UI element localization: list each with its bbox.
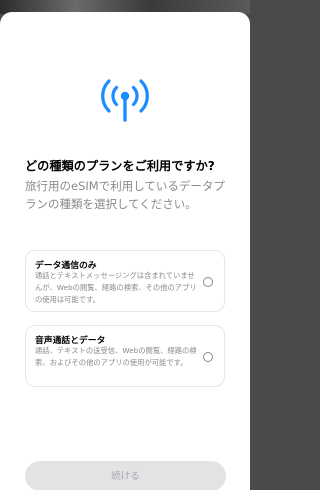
page-title: どの種類のプランをご利用ですか? bbox=[25, 159, 215, 173]
plan-option-voice-and-data[interactable]: 音声通話とデータ 通話、テキストの送受信、Webの閲覧、経路の検索、およびその他… bbox=[25, 325, 225, 387]
plan-option-data-only[interactable]: データ通信のみ 通話とテキストメッセージングは含まれていませんが、Webの閲覧、… bbox=[25, 250, 225, 312]
radio-button[interactable] bbox=[203, 277, 213, 287]
page-subtitle: 旅行用のeSIMで利用しているデータプランの種類を選択してください。 bbox=[25, 179, 225, 211]
plan-option-description: 通話、テキストの送受信、Webの閲覧、経路の検索、およびその他のアプリの使用が可… bbox=[35, 346, 197, 367]
plan-type-sheet: どの種類のプランをご利用ですか? 旅行用のeSIMで利用しているデータプランの種… bbox=[0, 12, 250, 490]
plan-option-description: 通話とテキストメッセージングは含まれていませんが、Webの閲覧、経路の検索、その… bbox=[35, 271, 197, 304]
radio-button[interactable] bbox=[203, 352, 213, 362]
continue-button[interactable]: 続ける bbox=[25, 461, 226, 490]
cellular-signal-icon bbox=[101, 79, 149, 122]
